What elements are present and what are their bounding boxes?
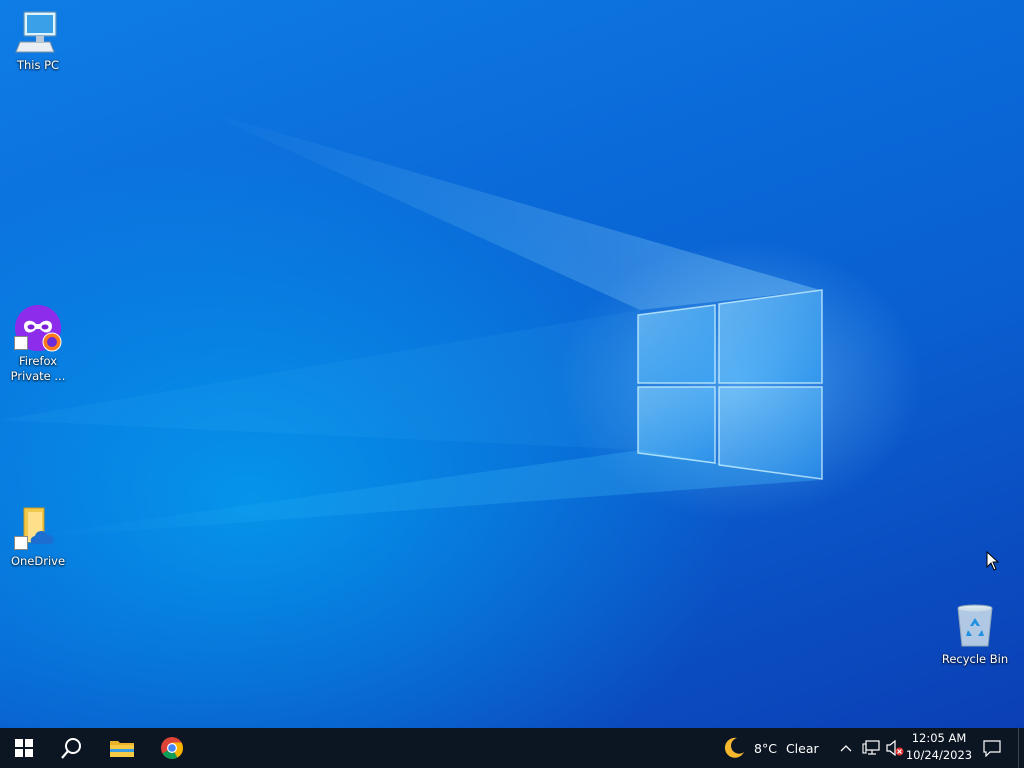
windows-logo-wallpaper bbox=[637, 289, 823, 480]
taskbar: 8°C Clear 12:05 AM 10/24/2023 bbox=[0, 728, 1024, 768]
desktop-icon-recycle-bin[interactable]: Recycle Bin bbox=[939, 602, 1011, 667]
chevron-up-icon bbox=[840, 745, 852, 752]
wallpaper-light-beams bbox=[0, 110, 820, 540]
windows-start-icon bbox=[15, 739, 33, 757]
volume-button[interactable] bbox=[884, 728, 906, 768]
clock-date: 10/24/2023 bbox=[905, 748, 973, 762]
desktop-icon-this-pc[interactable]: This PC bbox=[2, 8, 74, 73]
desktop-icon-label: This PC bbox=[16, 58, 60, 72]
show-desktop-button[interactable] bbox=[1018, 728, 1024, 768]
onedrive-folder-icon bbox=[14, 504, 62, 552]
notification-icon bbox=[983, 740, 1001, 757]
moon-icon bbox=[724, 737, 744, 758]
network-button[interactable] bbox=[859, 728, 883, 768]
desktop-icon-label: OneDrive bbox=[10, 554, 66, 568]
desktop[interactable]: This PC Firefox Private ... OneDrive Rec… bbox=[0, 0, 1024, 728]
shortcut-arrow-icon bbox=[14, 336, 28, 350]
mouse-cursor-icon bbox=[986, 551, 1000, 571]
file-explorer-icon bbox=[110, 741, 134, 757]
clock-time: 12:05 AM bbox=[911, 731, 967, 745]
computer-icon bbox=[14, 8, 62, 56]
desktop-icon-label-line1: Firefox bbox=[18, 354, 58, 368]
desktop-icon-label-line2: Private ... bbox=[10, 369, 66, 383]
recycle-bin-icon bbox=[951, 602, 999, 650]
chrome-icon bbox=[161, 737, 183, 759]
taskbar-file-explorer[interactable] bbox=[98, 728, 146, 768]
taskbar-clock[interactable]: 12:05 AM 10/24/2023 bbox=[904, 730, 974, 764]
network-icon bbox=[862, 740, 880, 755]
desktop-icon-label: Recycle Bin bbox=[941, 652, 1009, 666]
shortcut-arrow-icon bbox=[14, 536, 28, 550]
show-hidden-icons-button[interactable] bbox=[836, 728, 856, 768]
desktop-icon-firefox-private[interactable]: Firefox Private ... bbox=[2, 304, 74, 384]
search-button[interactable] bbox=[48, 728, 96, 768]
start-button[interactable] bbox=[0, 728, 48, 768]
search-icon bbox=[61, 738, 81, 759]
action-center-button[interactable] bbox=[980, 728, 1004, 768]
weather-condition: Clear bbox=[785, 740, 819, 756]
volume-muted-icon bbox=[886, 740, 904, 756]
taskbar-chrome[interactable] bbox=[148, 728, 196, 768]
weather-widget[interactable]: 8°C Clear bbox=[722, 728, 819, 768]
firefox-private-icon bbox=[14, 304, 62, 352]
desktop-icon-onedrive[interactable]: OneDrive bbox=[2, 504, 74, 569]
weather-temperature: 8°C bbox=[754, 740, 777, 756]
